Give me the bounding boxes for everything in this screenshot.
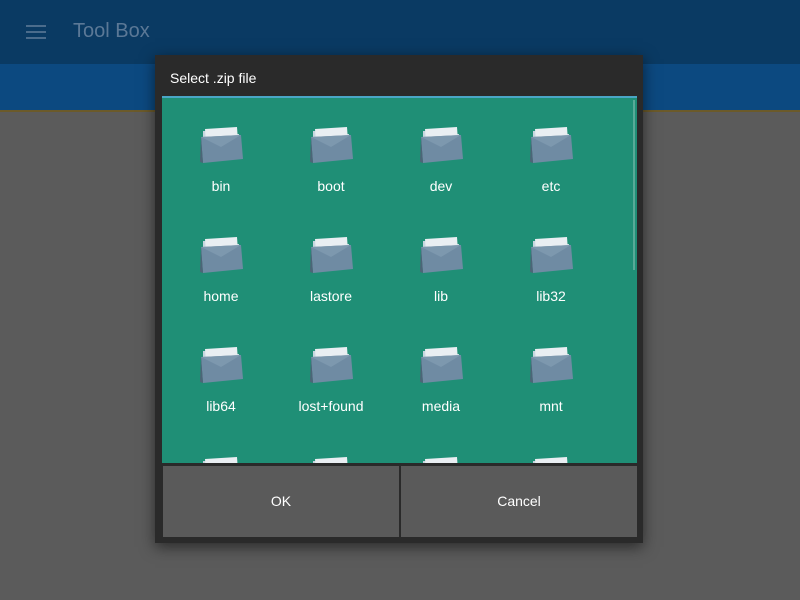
folder-item[interactable]: [166, 430, 276, 463]
scrollbar-thumb[interactable]: [633, 100, 635, 270]
folder-item[interactable]: lastore: [276, 210, 386, 320]
folder-label: etc: [541, 178, 561, 194]
folder-item[interactable]: home: [166, 210, 276, 320]
folder-label: dev: [429, 178, 453, 194]
select-file-dialog: Select .zip file bin boot dev etc home lastor…: [155, 55, 643, 543]
dialog-title: Select .zip file: [170, 70, 257, 86]
folder-item[interactable]: [386, 430, 496, 463]
folder-label: lost+found: [298, 398, 364, 414]
folder-item[interactable]: media: [386, 320, 496, 430]
folder-item[interactable]: dev: [386, 100, 496, 210]
folder-item[interactable]: lost+found: [276, 320, 386, 430]
file-grid[interactable]: bin boot dev etc home lastore lib lib32 lib64 los…: [162, 98, 637, 463]
folder-label: media: [421, 398, 461, 414]
folder-item[interactable]: boot: [276, 100, 386, 210]
folder-item[interactable]: [496, 430, 606, 463]
cancel-button[interactable]: Cancel: [401, 466, 637, 537]
folder-item[interactable]: lib64: [166, 320, 276, 430]
folder-item[interactable]: lib32: [496, 210, 606, 320]
folder-label: lib64: [206, 398, 236, 414]
folder-label: home: [203, 288, 239, 304]
ok-button[interactable]: OK: [163, 466, 399, 537]
folder-item[interactable]: lib: [386, 210, 496, 320]
folder-label: lib32: [536, 288, 566, 304]
folder-label: lib: [433, 288, 448, 304]
hamburger-menu-icon[interactable]: [26, 25, 46, 39]
folder-label: mnt: [539, 398, 563, 414]
folder-label: lastore: [309, 288, 353, 304]
app-title: Tool Box: [73, 20, 150, 42]
folder-item[interactable]: etc: [496, 100, 606, 210]
folder-item[interactable]: [276, 430, 386, 463]
folder-label: boot: [317, 178, 345, 194]
folder-label: bin: [211, 178, 231, 194]
folder-item[interactable]: bin: [166, 100, 276, 210]
folder-item[interactable]: mnt: [496, 320, 606, 430]
